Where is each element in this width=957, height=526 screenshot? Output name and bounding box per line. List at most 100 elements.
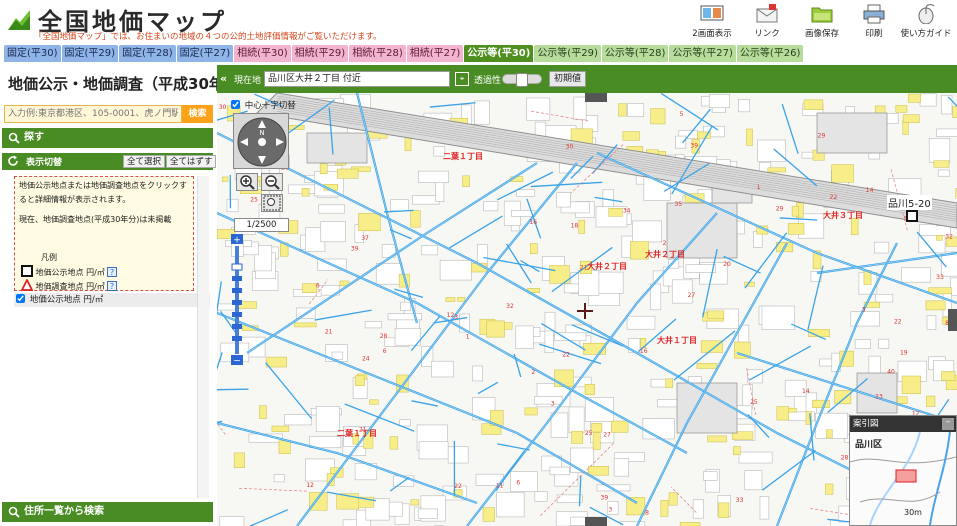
zoom-in-button[interactable] <box>236 173 258 191</box>
tab-koji-9[interactable]: 公示等(平29) <box>534 45 601 62</box>
map-building <box>665 378 673 388</box>
map-lot-number: 14 <box>802 388 810 395</box>
marker-label[interactable]: 品川5-20 <box>887 195 932 210</box>
map-building <box>233 452 245 468</box>
print-button[interactable]: 印刷 <box>848 4 900 40</box>
map-tiles: 2525830302225146182792139132132142233241… <box>217 93 957 526</box>
map-lot-number: 27 <box>603 432 611 439</box>
address-search-input[interactable] <box>4 105 182 123</box>
tab-sozoku-5[interactable]: 相続(平29) <box>291 45 349 62</box>
map-building <box>354 375 365 387</box>
map-building <box>901 375 921 395</box>
tab-sozoku-4[interactable]: 相続(平30) <box>234 45 291 62</box>
sidebar-title: 地価公示・地価調査（平成30年） <box>8 75 239 93</box>
search-icon <box>8 132 20 144</box>
pan-right-handle[interactable] <box>948 309 957 331</box>
map-lot-number: 39 <box>690 143 698 150</box>
overview-minimize-icon[interactable]: – <box>942 418 954 430</box>
app-subtitle: 「全国地価マップ」では、お住まいの地域の４つの公的土地評価情報がご覧いただけます… <box>34 32 382 42</box>
collapse-sidebar-icon[interactable]: « <box>220 72 227 85</box>
map-building <box>812 399 830 408</box>
zoom-box-button[interactable] <box>261 194 283 212</box>
tab-koji-11[interactable]: 公示等(平27) <box>669 45 736 62</box>
section-address-header[interactable]: 住所一覧から検索 <box>2 502 213 522</box>
map-parcel <box>685 264 717 273</box>
map-canvas[interactable]: 2525830302225146182792139132132142233241… <box>217 93 957 526</box>
tab-sozoku-7[interactable]: 相続(平27) <box>406 45 464 62</box>
map-parcel <box>226 198 239 213</box>
zoom-out-button[interactable] <box>261 173 283 191</box>
layer-public-checkbox[interactable] <box>16 294 25 303</box>
map-lot-number: 3 <box>609 507 613 514</box>
map-parcel <box>620 521 646 526</box>
zoom-out-icon <box>265 175 280 190</box>
select-all-button[interactable]: 全て選択 <box>123 155 166 168</box>
layer-public-label: 地価公示地点 円/㎡ <box>29 295 104 305</box>
tab-kotei-1[interactable]: 固定(平29) <box>61 45 119 62</box>
opacity-slider[interactable] <box>502 73 542 87</box>
map-parcel <box>219 516 245 526</box>
map-parcel <box>318 204 346 214</box>
zoom-slider[interactable]: + − <box>231 234 243 367</box>
tab-koji-8[interactable]: 公示等(平30) <box>464 45 534 62</box>
map-parcel <box>472 365 484 382</box>
map-parcel <box>421 245 438 256</box>
overview-ward-label: 品川区 <box>855 440 883 450</box>
tab-sozoku-6[interactable]: 相続(平28) <box>349 45 406 62</box>
sidebar: 地価公示・地価調査（平成30年） 検索 探す 表示切替 全て選択 全てはずす 地… <box>0 65 239 526</box>
tab-kotei-0[interactable]: 固定(平30) <box>4 45 61 62</box>
map-lot-number: 32 <box>945 233 953 240</box>
save-image-button[interactable]: 画像保存 <box>796 4 848 40</box>
tab-kotei-2[interactable]: 固定(平28) <box>119 45 176 62</box>
map-parcel <box>703 471 718 481</box>
tab-koji-12[interactable]: 公示等(平26) <box>736 45 804 62</box>
help-icon[interactable]: ? <box>107 281 118 291</box>
map-building <box>825 483 834 495</box>
help-icon[interactable]: ? <box>107 267 118 277</box>
map-building <box>369 399 379 405</box>
mouse-icon <box>918 4 935 24</box>
zoom-in-icon <box>240 175 255 190</box>
tab-kotei-3[interactable]: 固定(平27) <box>176 45 234 62</box>
map-lot-number: 29 <box>776 206 784 213</box>
map-parcel <box>431 360 454 378</box>
opacity-slider-knob[interactable] <box>516 73 528 87</box>
map-toolbar: « 現在地 品川区大井２丁目 付近 ⌖ 透過性 初期値 <box>217 65 957 93</box>
map-parcel <box>556 192 571 208</box>
address-search-button[interactable]: 検索 <box>182 105 213 123</box>
layer-public-row[interactable]: 地価公示地点 円/㎡ <box>14 293 210 307</box>
link-button[interactable]: リンク <box>741 4 793 40</box>
map-lot-number: 8 <box>645 510 649 517</box>
map-lot-number: 14 <box>866 187 874 194</box>
locate-icon[interactable]: ⌖ <box>455 72 469 86</box>
pan-down-handle[interactable] <box>585 517 607 526</box>
map-parcel <box>757 139 787 162</box>
crosshair-checkbox[interactable] <box>231 100 240 109</box>
map-parcel <box>417 508 438 519</box>
crosshair-toggle[interactable]: 中心十字切替 <box>231 99 296 111</box>
map-parcel <box>632 220 662 243</box>
dual-screen-button[interactable]: 2画面表示 <box>686 4 738 40</box>
section-search-header[interactable]: 探す <box>2 128 213 148</box>
map-lot-number: 6 <box>516 480 520 487</box>
pan-compass[interactable]: N <box>233 113 289 169</box>
reset-opacity-button[interactable]: 初期値 <box>549 71 587 87</box>
map-lot-number: 30 <box>219 104 227 111</box>
map-lot-number: 16 <box>529 219 537 226</box>
map-parcel <box>496 492 525 518</box>
sidebar-scrollbar[interactable] <box>197 176 209 498</box>
map-district-label: 二葉１丁目 <box>443 151 483 161</box>
map-building <box>776 406 790 421</box>
map-parcel <box>510 471 538 493</box>
map-building <box>591 423 603 433</box>
map-parcel <box>549 466 570 476</box>
svg-text:+: + <box>233 236 241 246</box>
guide-button[interactable]: 使い方ガイド <box>900 4 952 40</box>
land-price-marker <box>906 210 918 222</box>
tab-koji-10[interactable]: 公示等(平28) <box>601 45 669 62</box>
pan-up-handle[interactable] <box>585 93 607 102</box>
opacity-label: 透過性 <box>474 76 502 86</box>
map-building <box>907 93 922 103</box>
deselect-all-button[interactable]: 全てはずす <box>166 155 217 168</box>
overview-map[interactable]: 案引図 – 品川区 <box>849 415 957 526</box>
